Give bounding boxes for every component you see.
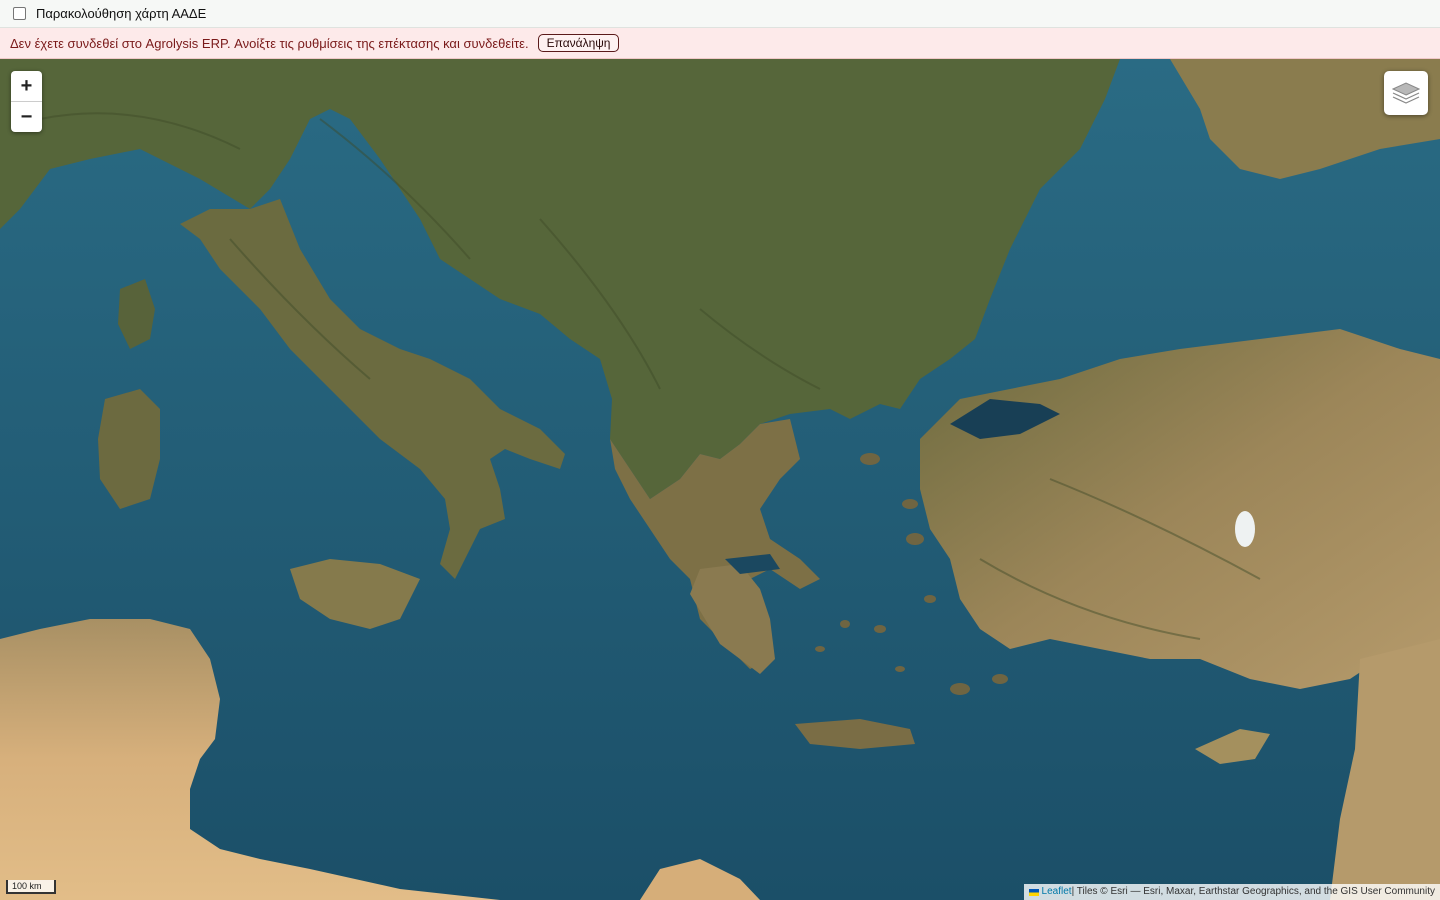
zoom-control: + − xyxy=(11,71,42,132)
tiles-attribution-text: | Tiles © Esri — Esri, Maxar, Earthstar … xyxy=(1071,886,1435,897)
satellite-map[interactable]: + − 100 km Leaflet | Tiles © Esri — Esri… xyxy=(0,59,1440,900)
retry-button[interactable]: Επανάληψη xyxy=(537,34,620,52)
top-toolbar: Παρακολούθηση χάρτη ΑΑΔΕ xyxy=(0,0,1440,28)
login-alert-banner: Δεν έχετε συνδεθεί στο Agrolysis ERP. Αν… xyxy=(0,28,1440,59)
ukraine-flag-icon xyxy=(1028,888,1039,896)
layers-icon xyxy=(1392,82,1420,104)
aade-map-tracking-checkbox[interactable] xyxy=(13,7,26,20)
leaflet-link[interactable]: Leaflet xyxy=(1042,884,1072,900)
satellite-imagery xyxy=(0,59,1440,900)
salt-lake xyxy=(1235,511,1255,547)
layer-control-button[interactable] xyxy=(1384,71,1428,115)
zoom-in-button[interactable]: + xyxy=(11,71,42,102)
aade-map-tracking-label[interactable]: Παρακολούθηση χάρτη ΑΑΔΕ xyxy=(36,6,206,21)
zoom-out-button[interactable]: − xyxy=(11,102,42,132)
scale-bar: 100 km xyxy=(6,880,56,894)
login-alert-message: Δεν έχετε συνδεθεί στο Agrolysis ERP. Αν… xyxy=(10,35,529,51)
map-attribution: Leaflet | Tiles © Esri — Esri, Maxar, Ea… xyxy=(1023,884,1440,900)
